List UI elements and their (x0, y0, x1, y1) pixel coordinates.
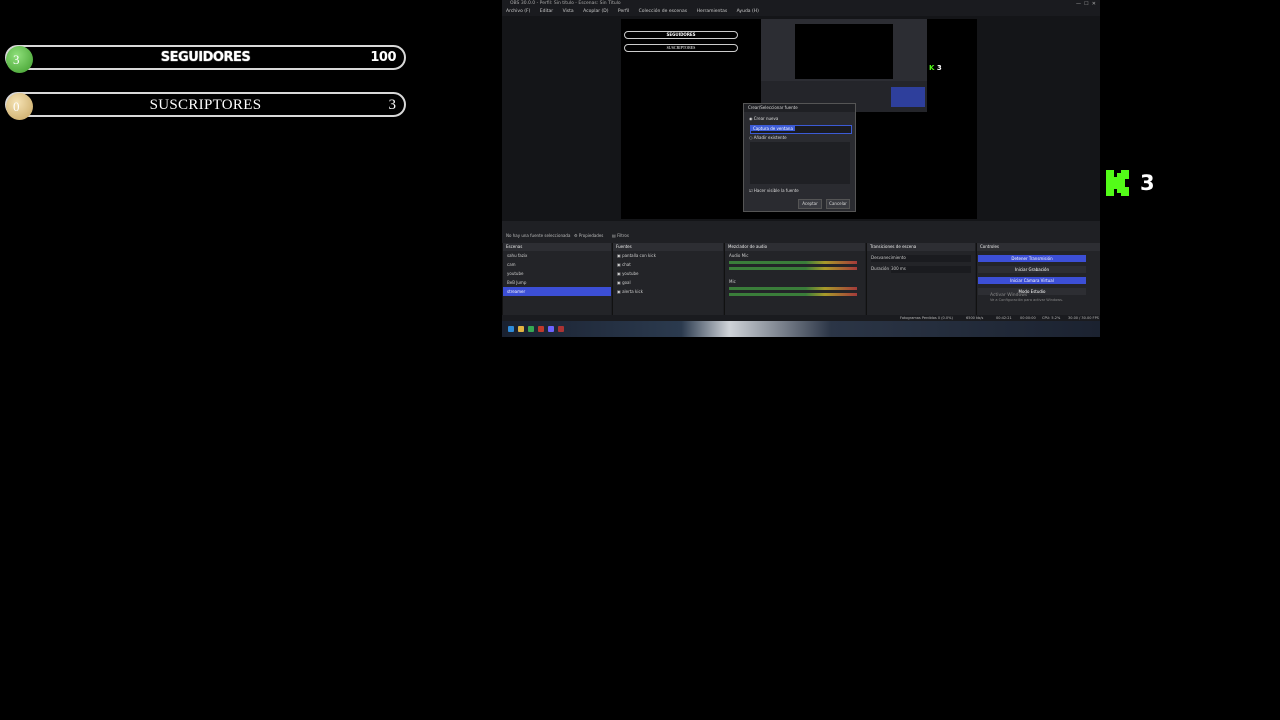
audio-meter (729, 261, 857, 264)
properties-button[interactable]: ⚙ Propiedades (574, 233, 603, 238)
app-icon[interactable] (538, 326, 544, 332)
kick-count: 3 (1140, 171, 1155, 195)
dock-title: Escenas (503, 243, 611, 251)
dock-title: Transiciones de escena (867, 243, 975, 251)
scene-item[interactable]: cam (503, 260, 611, 269)
duration-input[interactable]: 300 ms (891, 266, 971, 273)
scene-item[interactable]: youtube (503, 269, 611, 278)
mini-goal-bar: SUSCRIPTORES (624, 44, 738, 52)
accept-button[interactable]: Aceptar (798, 199, 822, 209)
obs-source-toolbar: No hay una fuente seleccionada ⚙ Propied… (502, 221, 1100, 243)
start-icon[interactable] (508, 326, 514, 332)
source-item[interactable]: ▣ pantalla con kick (613, 251, 723, 260)
mixer-track-name: Audio Mic (729, 253, 749, 258)
scene-item-selected[interactable]: streamer (503, 287, 611, 296)
goal-title: SUSCRIPTORES (149, 97, 262, 113)
menu-item[interactable]: Colección de escenas (639, 9, 688, 14)
menu-item[interactable]: Archivo (F) (506, 9, 530, 14)
audio-mixer-dock: Mezclador de audio Audio Mic Mic (724, 243, 865, 315)
menu-item[interactable]: Herramientas (697, 9, 728, 14)
menu-item[interactable]: Perfil (618, 9, 629, 14)
mini-kick-counter: K 3 (929, 64, 942, 72)
menu-item[interactable]: Editar (540, 9, 553, 14)
transition-select[interactable]: Desvanecimiento (871, 255, 971, 262)
sources-dock: Fuentes ▣ pantalla con kick ▣ chat ▣ you… (612, 243, 723, 315)
create-source-dialog: Crear/Seleccionar fuente ◉ Crear nueva C… (743, 103, 856, 212)
cancel-button[interactable]: Cancelar (826, 199, 850, 209)
windows-taskbar (502, 321, 1100, 337)
mini-goal-bar: SEGUIDORES (624, 31, 738, 39)
app-icon[interactable] (548, 326, 554, 332)
scenes-dock: Escenas sahu fazix cam youtube BeB Jump … (502, 243, 611, 315)
audio-meter (729, 287, 857, 290)
radio-add-existing[interactable]: ○ Añadir existente (749, 135, 787, 140)
transitions-dock: Transiciones de escena Desvanecimiento D… (866, 243, 975, 315)
goal-title: SEGUIDORES (160, 50, 251, 65)
visible-checkbox[interactable]: ☑ Hacer visible la fuente (749, 188, 799, 193)
source-item[interactable]: ▣ chat (613, 260, 723, 269)
start-recording-button[interactable]: Iniciar Grabación (978, 266, 1086, 273)
dialog-title: Crear/Seleccionar fuente (744, 104, 855, 112)
dock-title: Fuentes (613, 243, 723, 251)
menu-item[interactable]: Acoplar (D) (583, 9, 608, 14)
obs-window-title: OBS 30.0.0 - Perfil: Sin título - Escena… (510, 1, 621, 6)
chrome-icon[interactable] (528, 326, 534, 332)
obs-window-capture: OBS 30.0.0 - Perfil: Sin título - Escena… (502, 0, 1100, 337)
obs-menubar: Archivo (F) Editar Vista Acoplar (D) Per… (502, 8, 1100, 16)
menu-item[interactable]: Vista (563, 9, 574, 14)
goal-bar-suscriptores: 0 SUSCRIPTORES 3 (5, 92, 406, 120)
source-item[interactable]: ▣ alerta kick (613, 287, 723, 296)
obs-titlebar: OBS 30.0.0 - Perfil: Sin título - Escena… (502, 0, 1100, 8)
source-item[interactable]: ▣ youtube (613, 269, 723, 278)
existing-sources-list[interactable] (750, 142, 850, 184)
kick-counter: 3 (1106, 170, 1155, 196)
goal-target: 3 (388, 97, 397, 113)
audio-meter (729, 267, 857, 270)
obs-icon[interactable] (558, 326, 564, 332)
nested-capture-thumbnail (761, 19, 927, 112)
window-controls-icon[interactable]: — ☐ ✕ (1076, 0, 1096, 8)
activate-windows-watermark: Activar Windows Ve a Configuración para … (990, 293, 1064, 302)
file-explorer-icon[interactable] (518, 326, 524, 332)
dock-title: Controles (977, 243, 1100, 251)
scene-item[interactable]: sahu fazix (503, 251, 611, 260)
filters-button[interactable]: ▤ Filtros (612, 233, 629, 238)
source-item[interactable]: ▣ goal (613, 278, 723, 287)
duration-label: Duración (871, 266, 890, 271)
goal-target: 100 (370, 50, 396, 65)
virtual-camera-button[interactable]: Iniciar Cámara Virtual (978, 277, 1086, 284)
mixer-track-name: Mic (729, 279, 736, 284)
kick-logo-icon (1106, 170, 1129, 196)
radio-create-new[interactable]: ◉ Crear nueva (749, 116, 778, 121)
goal-bar-seguidores: 3 SEGUIDORES 100 (5, 45, 406, 73)
source-name-input[interactable]: Captura de ventana (750, 125, 852, 134)
stop-stream-button[interactable]: Detener Transmisión (978, 255, 1086, 262)
scene-item[interactable]: BeB Jump (503, 278, 611, 287)
no-source-label: No hay una fuente seleccionada (506, 233, 571, 238)
dock-title: Mezclador de audio (725, 243, 865, 251)
menu-item[interactable]: Ayuda (H) (737, 9, 759, 14)
audio-meter (729, 293, 857, 296)
